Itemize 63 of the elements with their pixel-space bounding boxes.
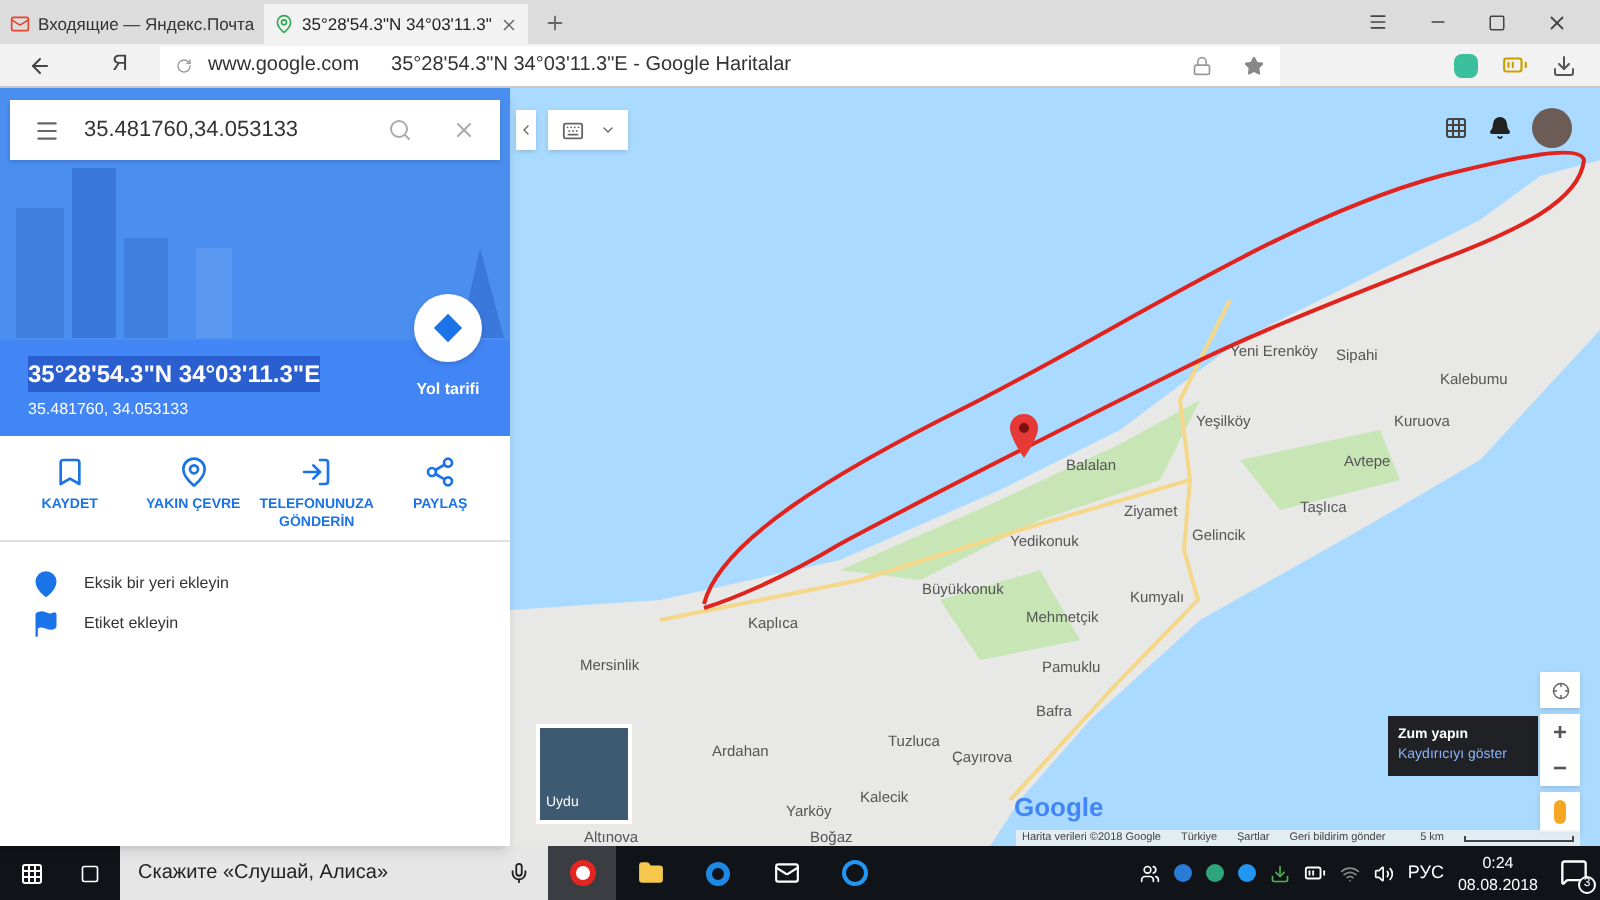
panel-link[interactable]: Eksik bir yeri ekleyin [84,572,229,596]
tab-title: Входящие — Яндекс.Почта [38,11,255,37]
zoom-in-button[interactable]: + [1540,714,1580,750]
location-pin-icon [1010,414,1038,458]
edge-icon[interactable] [706,861,730,885]
download-icon[interactable] [1269,863,1290,883]
yandex-button[interactable]: Я [112,48,128,82]
address-field[interactable]: www.google.com 35°28'54.3"N 34°03'11.3"E - Google Haritalar [159,45,1280,85]
my-location-icon [1551,681,1569,699]
share-icon [424,456,457,488]
search-field[interactable]: 35.481760,34.053133 [10,100,500,160]
google-logo: Google [1014,790,1104,826]
lock-icon[interactable] [1191,55,1212,75]
send-icon [300,456,333,488]
app-icon[interactable] [841,860,867,886]
battery-icon[interactable] [1303,862,1326,884]
add-place-icon [32,570,60,598]
clock[interactable]: 0:24 08.08.2018 [1457,851,1538,895]
input-tools-button[interactable] [548,110,628,150]
yandex-browser-icon[interactable] [548,846,616,900]
directions-button[interactable] [414,294,482,362]
apps-grid-icon[interactable] [1444,116,1468,140]
mail-icon [10,14,30,34]
language-indicator[interactable]: РУС [1407,859,1444,887]
maximize-icon[interactable] [1488,13,1506,31]
avatar[interactable] [1532,108,1572,148]
keyboard-icon [561,119,583,141]
browser-tab[interactable]: Входящие — Яндекс.Почта [0,4,264,44]
coordinates-subtitle: 35.481760, 34.053133 [28,397,191,421]
close-icon[interactable] [500,15,518,33]
my-location-button[interactable] [1540,672,1580,708]
menu-icon[interactable] [34,117,60,143]
action-center-icon[interactable] [1560,857,1588,885]
microphone-icon[interactable] [508,862,530,884]
scale-bar [1464,835,1574,841]
mail-icon[interactable] [773,860,799,886]
people-icon[interactable] [1139,863,1160,883]
bookmark-icon [53,456,86,488]
coordinates-title: 35°28'54.3"N 34°03'11.3"E [28,355,321,391]
zoom-out-button[interactable]: − [1540,750,1580,786]
new-tab-icon[interactable] [544,12,566,34]
volume-icon[interactable] [1373,863,1394,883]
task-view-icon[interactable] [80,863,100,883]
start-icon[interactable] [20,861,44,885]
menu-icon[interactable] [1368,12,1388,32]
flag-icon [32,610,60,638]
wifi-icon[interactable] [1339,863,1360,883]
location-pin-icon [177,456,210,488]
chevron-left-icon [518,122,534,138]
reload-icon[interactable] [175,57,192,73]
download-icon[interactable] [1552,53,1576,77]
star-icon[interactable] [1243,55,1264,75]
tab-title: 35°28'54.3"N 34°03'11.3" [302,11,492,37]
caret-icon [599,122,615,138]
panel-link[interactable]: Etiket ekleyin [84,612,179,636]
folder-icon[interactable] [637,860,663,886]
taskbar-search-field[interactable]: Скажите «Слушай, Алиса» [120,846,548,900]
back-icon[interactable] [28,53,52,77]
browser-tab[interactable]: 35°28'54.3"N 34°03'11.3" [264,4,528,44]
map-icon [274,14,294,34]
notifications-icon[interactable] [1488,116,1512,140]
directions-label[interactable]: Yol tarifi [416,378,480,402]
close-icon[interactable] [1546,11,1568,33]
